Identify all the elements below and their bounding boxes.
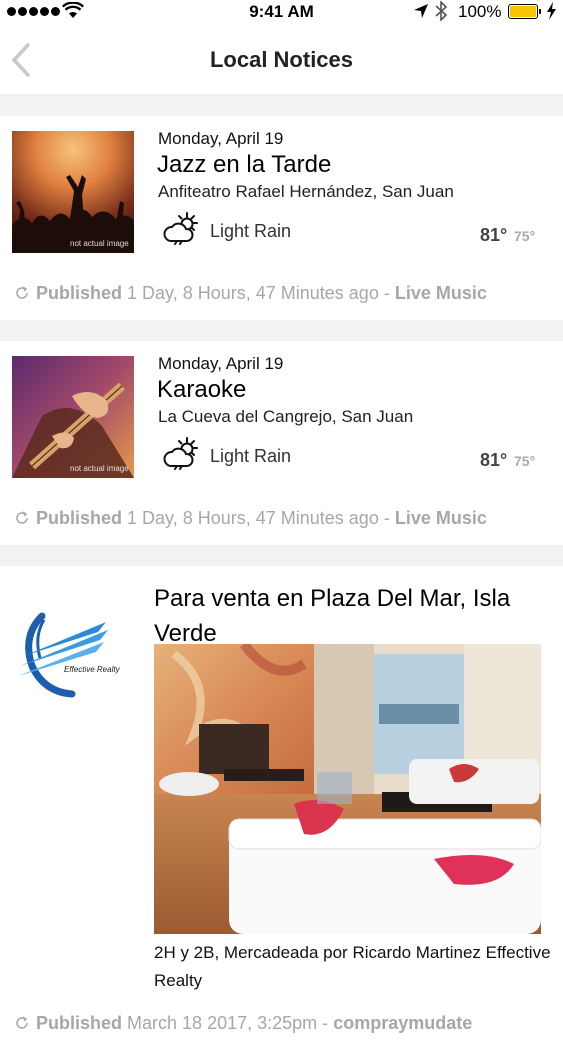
listing-description: 2H y 2B, Mercadeada por Ricardo Martinez… xyxy=(154,943,551,990)
charging-bolt-icon xyxy=(547,2,556,20)
status-bar: 9:41 AM 100% xyxy=(0,0,563,24)
category-link[interactable]: compraymudate xyxy=(333,1013,472,1033)
thumbnail-note: not actual image xyxy=(70,239,129,248)
category-link[interactable]: Live Music xyxy=(395,283,487,303)
listing-photo xyxy=(154,644,541,934)
logo-text: Effective Realty xyxy=(64,665,121,674)
navigation-bar: Local Notices xyxy=(0,24,563,94)
published-label: Published xyxy=(36,1013,123,1033)
battery-percent: 100% xyxy=(458,2,502,21)
temp-low: 75° xyxy=(514,453,536,469)
published-separator: - xyxy=(383,508,390,528)
published-time: 1 Day, 8 Hours, 47 Minutes ago xyxy=(127,508,379,528)
partly-cloudy-icon xyxy=(163,212,198,245)
event-date: Monday, April 19 xyxy=(158,354,284,373)
event-venue: La Cueva del Cangrejo, San Juan xyxy=(158,407,414,426)
bluetooth-icon xyxy=(435,1,448,21)
refresh-icon xyxy=(16,511,28,524)
temp-low: 75° xyxy=(514,228,536,244)
listing-title[interactable]: Para venta en Plaza Del Mar, Isla Verde xyxy=(154,581,554,651)
published-separator: - xyxy=(383,283,390,303)
notice-card-jazz[interactable]: not actual image Monday, April 19 Jazz e… xyxy=(0,116,563,320)
section-separator xyxy=(0,545,563,566)
partly-cloudy-icon xyxy=(163,437,198,470)
battery-icon xyxy=(508,4,541,19)
weather-condition: Light Rain xyxy=(210,446,292,466)
section-separator xyxy=(0,94,563,116)
published-label: Published xyxy=(36,508,123,528)
effective-realty-logo: Effective Realty xyxy=(18,612,121,698)
temp-high: 81° xyxy=(480,450,508,470)
event-title[interactable]: Jazz en la Tarde xyxy=(157,151,331,179)
event-date: Monday, April 19 xyxy=(158,129,284,148)
published-info: Published March 18 2017, 3:25pm - compra… xyxy=(14,1013,472,1034)
event-venue: Anfiteatro Rafael Hernández, San Juan xyxy=(158,182,454,201)
event-title[interactable]: Karaoke xyxy=(157,376,246,404)
page-title: Local Notices xyxy=(209,47,354,72)
location-arrow-icon xyxy=(414,4,428,18)
weather-condition: Light Rain xyxy=(210,221,292,241)
category-link[interactable]: Live Music xyxy=(395,508,487,528)
notice-card-karaoke[interactable]: not actual image Monday, April 19 Karaok… xyxy=(0,341,563,545)
published-info: Published 1 Day, 8 Hours, 47 Minutes ago… xyxy=(14,283,487,304)
refresh-icon xyxy=(16,286,28,299)
published-separator: - xyxy=(322,1013,329,1033)
event-thumbnail: not actual image xyxy=(12,356,134,478)
event-thumbnail: not actual image xyxy=(12,131,134,253)
published-info: Published 1 Day, 8 Hours, 47 Minutes ago… xyxy=(14,508,487,529)
thumbnail-note: not actual image xyxy=(70,464,129,473)
section-separator xyxy=(0,320,563,341)
temp-high: 81° xyxy=(480,225,508,245)
published-time: March 18 2017, 3:25pm xyxy=(127,1013,318,1033)
refresh-icon xyxy=(16,1016,28,1029)
published-time: 1 Day, 8 Hours, 47 Minutes ago xyxy=(127,283,379,303)
published-label: Published xyxy=(36,283,123,303)
